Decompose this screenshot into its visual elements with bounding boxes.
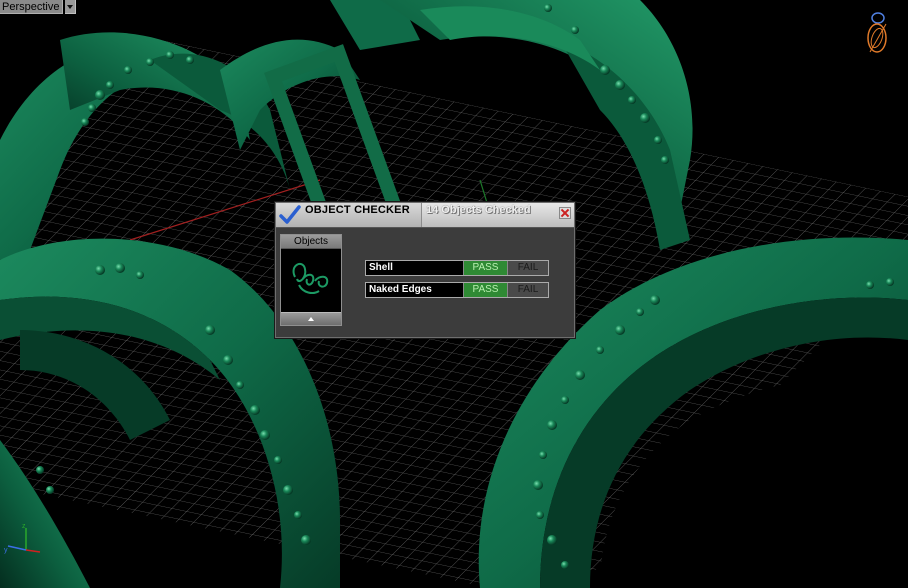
- pass-indicator-naked-edges: PASS: [463, 283, 507, 297]
- scroll-up-icon[interactable]: [281, 312, 341, 325]
- window-titlebar[interactable]: OBJECT CHECKER 14 Objects Checked: [276, 203, 574, 228]
- chevron-down-icon[interactable]: [65, 0, 77, 14]
- check-label-naked-edges: Naked Edges: [369, 284, 432, 295]
- viewport-name[interactable]: Perspective: [0, 0, 64, 14]
- window-title: OBJECT CHECKER: [305, 204, 410, 216]
- gumball-icon[interactable]: [862, 8, 894, 56]
- object-checker-window[interactable]: OBJECT CHECKER 14 Objects Checked Object…: [275, 202, 575, 338]
- checkmark-icon: [279, 205, 301, 224]
- svg-text:y: y: [4, 547, 8, 554]
- svg-text:z: z: [22, 523, 26, 530]
- pass-indicator-shell: PASS: [463, 261, 507, 275]
- check-row-naked-edges: Naked Edges PASS FAIL: [365, 282, 549, 298]
- check-label-shell: Shell: [369, 262, 393, 273]
- title-section: OBJECT CHECKER: [276, 203, 422, 227]
- close-icon[interactable]: [559, 207, 571, 219]
- objects-panel[interactable]: Objects: [280, 234, 342, 326]
- object-thumbnail-icon[interactable]: [285, 255, 337, 301]
- fail-indicator-shell: FAIL: [507, 261, 548, 275]
- fail-indicator-naked-edges: FAIL: [507, 283, 548, 297]
- viewport-title-tab[interactable]: Perspective: [0, 0, 77, 14]
- check-row-shell: Shell PASS FAIL: [365, 260, 549, 276]
- rhino-viewport[interactable]: Perspective z y OBJECT CHECKER 14 Object…: [0, 0, 908, 588]
- objects-checked-count: 14 Objects Checked: [426, 204, 531, 216]
- axis-triad-icon: z y: [4, 523, 41, 554]
- objects-panel-header: Objects: [281, 235, 341, 249]
